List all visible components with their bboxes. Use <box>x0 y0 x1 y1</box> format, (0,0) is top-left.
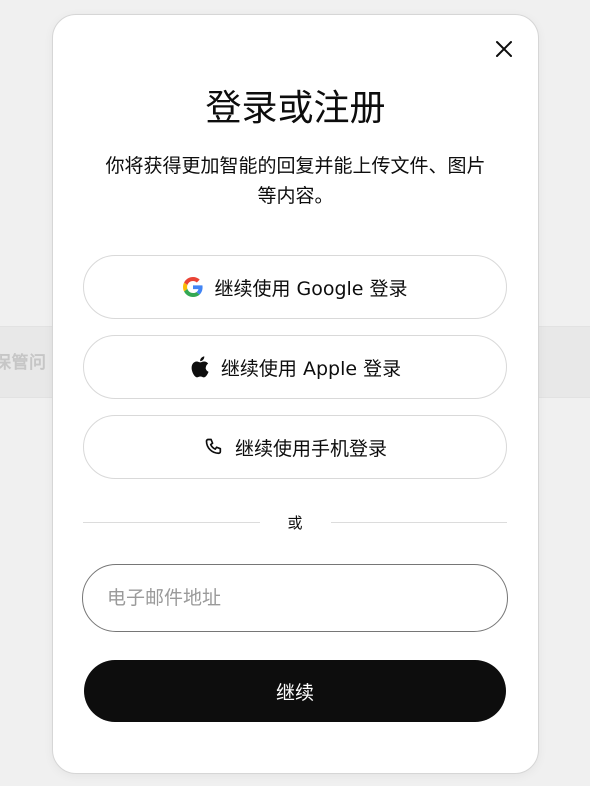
google-button-label: 继续使用 Google 登录 <box>214 277 408 300</box>
continue-with-google-button[interactable]: 继续使用 Google 登录 <box>83 255 507 319</box>
divider-line-right <box>330 521 508 523</box>
divider-line-left <box>83 521 260 523</box>
continue-with-apple-button[interactable]: 继续使用 Apple 登录 <box>83 335 507 399</box>
or-divider: 或 <box>83 509 508 535</box>
email-input[interactable] <box>82 564 508 632</box>
continue-button[interactable]: 继续 <box>84 660 506 722</box>
phone-icon <box>203 436 225 458</box>
apple-icon <box>189 356 211 378</box>
close-button[interactable] <box>490 37 518 65</box>
login-modal: 登录或注册 你将获得更加智能的回复并能上传文件、图片等内容。 继续使用 Goog… <box>52 14 539 774</box>
modal-title: 登录或注册 <box>205 88 386 129</box>
phone-button-label: 继续使用手机登录 <box>234 437 387 460</box>
continue-with-phone-button[interactable]: 继续使用手机登录 <box>83 415 507 479</box>
modal-subtitle: 你将获得更加智能的回复并能上传文件、图片等内容。 <box>105 155 486 207</box>
google-icon <box>182 276 204 298</box>
background-partial-text: 保管问 <box>0 353 47 373</box>
close-icon <box>495 40 513 62</box>
apple-button-label: 继续使用 Apple 登录 <box>220 357 402 380</box>
divider-text: 或 <box>287 513 303 532</box>
